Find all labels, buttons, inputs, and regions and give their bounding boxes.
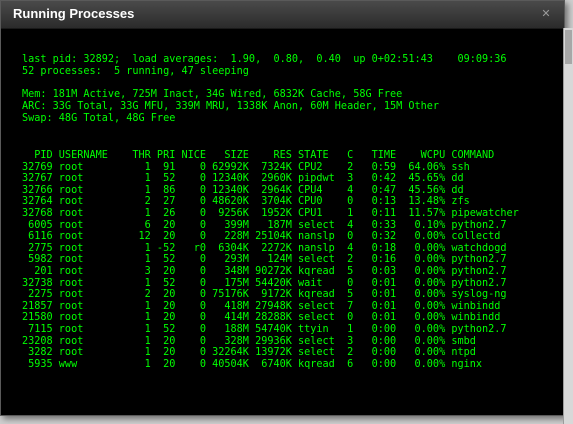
summary-arc: ARC: 33G Total, 33G MFU, 339M MRU, 1338K… (22, 101, 440, 112)
process-table-header: PID USERNAME THR PRI NICE SIZE RES STATE… (22, 150, 495, 161)
window-titlebar[interactable]: Running Processes ✕ (1, 1, 564, 29)
process-row: 32766 root 1 86 0 12340K 2964K CPU4 4 0:… (22, 184, 464, 196)
process-row: 7115 root 1 52 0 188M 54740K ttyin 1 0:0… (22, 323, 507, 335)
running-processes-window: Running Processes ✕ last pid: 32892; loa… (0, 0, 565, 416)
process-row: 32768 root 1 26 0 9256K 1952K CPU1 1 0:1… (22, 207, 519, 219)
process-row: 21580 root 1 20 0 414M 28288K select 0 0… (22, 312, 501, 324)
process-row: 3282 root 1 20 0 32264K 13972K select 2 … (22, 347, 476, 359)
process-row: 32769 root 1 91 0 62992K 7324K CPU2 2 0:… (22, 161, 470, 173)
process-row: 32767 root 1 52 0 12340K 2960K pipdwt 3 … (22, 173, 464, 185)
scrollbar-thumb[interactable] (565, 30, 572, 64)
window-title: Running Processes (13, 6, 135, 21)
process-row: 5982 root 1 52 0 293M 124M select 2 0:16… (22, 254, 507, 266)
process-row: 6005 root 6 20 0 399M 187M select 4 0:33… (22, 219, 507, 231)
process-row: 2275 root 2 20 0 75176K 9172K kqread 5 0… (22, 289, 507, 301)
summary-load-line: last pid: 32892; load averages: 1.90, 0.… (22, 54, 507, 65)
process-row: 6116 root 12 20 0 228M 25104K nanslp 0 0… (22, 231, 501, 243)
process-row: 23208 root 1 20 0 328M 29936K select 3 0… (22, 335, 476, 347)
close-icon[interactable]: ✕ (540, 8, 552, 20)
summary-mem: Mem: 181M Active, 725M Inact, 34G Wired,… (22, 89, 403, 100)
process-row: 5935 www 1 20 0 40504K 6740K kqread 6 0:… (22, 358, 483, 370)
process-row: 21857 root 1 20 0 418M 27948K select 7 0… (22, 300, 501, 312)
process-row: 32738 root 1 52 0 175M 54420K wait 0 0:0… (22, 277, 507, 289)
summary-swap: Swap: 48G Total, 48G Free (22, 113, 176, 124)
process-table: PID USERNAME THR PRI NICE SIZE RES STATE… (22, 150, 519, 370)
process-row: 32764 root 2 27 0 48620K 3704K CPU0 0 0:… (22, 196, 470, 208)
summary-process-count: 52 processes: 5 running, 47 sleeping (22, 66, 249, 77)
page-scrollbar[interactable] (563, 28, 573, 424)
process-row: 201 root 3 20 0 348M 90272K kqread 5 0:0… (22, 265, 507, 277)
process-row: 2775 root 1 -52 r0 6304K 2272K nanslp 4 … (22, 242, 507, 254)
